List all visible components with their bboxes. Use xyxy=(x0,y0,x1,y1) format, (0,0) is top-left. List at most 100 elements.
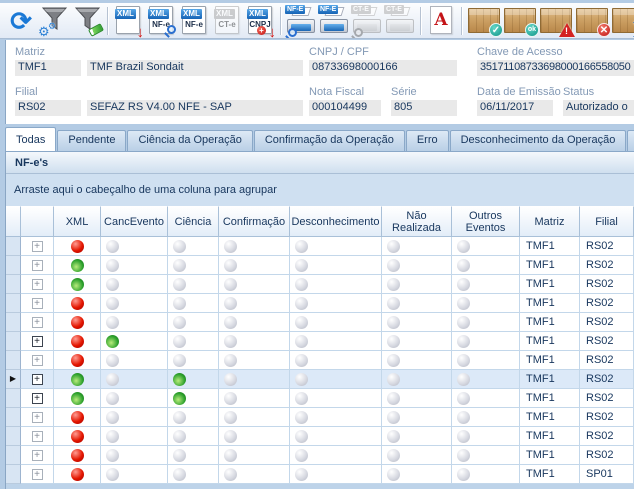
filter-clear-button[interactable] xyxy=(72,5,102,36)
box-ok-button[interactable]: ok xyxy=(503,5,537,36)
led-cell-desconhecimento xyxy=(290,313,382,332)
status-led-gray xyxy=(387,449,400,462)
nota-fiscal-field[interactable]: 000104499 xyxy=(309,100,381,116)
led-cell-xml xyxy=(54,294,101,313)
cnpj-field[interactable]: 08733698000166 xyxy=(309,60,457,76)
expand-row-button[interactable] xyxy=(32,393,43,404)
filial-name-field[interactable]: SEFAZ RS V4.00 NFE - SAP xyxy=(87,100,303,116)
filial-cell: SP01 xyxy=(580,465,634,484)
matriz-code-field[interactable]: TMF1 xyxy=(15,60,81,76)
crate-icon xyxy=(612,8,634,33)
led-cell-nao-realizada xyxy=(382,256,452,275)
tab-todas[interactable]: Todas xyxy=(5,127,56,151)
led-cell-ciencia xyxy=(168,332,219,351)
led-cell-outros-eventos xyxy=(452,389,520,408)
table-row[interactable]: TMF1RS02 xyxy=(6,389,634,408)
xml-nfe-button[interactable]: XMLNF-e xyxy=(179,5,209,36)
table-row[interactable]: TMF1RS02 xyxy=(6,446,634,465)
chave-acesso-field[interactable]: 35171108733698000166558050 xyxy=(477,60,634,76)
xml-nfe-view-button[interactable]: XMLNF-e xyxy=(146,5,176,36)
expand-row-button[interactable] xyxy=(32,431,43,442)
header-matriz[interactable]: Matriz xyxy=(520,206,580,237)
matriz-name-field[interactable]: TMF Brazil Sondait xyxy=(87,60,303,76)
expand-row-button[interactable] xyxy=(32,412,43,423)
table-row[interactable]: ▶TMF1RS02 xyxy=(6,370,634,389)
expand-row-button[interactable] xyxy=(32,298,43,309)
status-led-gray xyxy=(106,392,119,405)
status-led-gray xyxy=(224,449,237,462)
pdf-export-button[interactable]: A xyxy=(426,5,456,36)
expand-cell xyxy=(21,294,54,313)
table-row[interactable]: TMF1RS02 xyxy=(6,256,634,275)
table-row[interactable]: TMF1RS02 xyxy=(6,275,634,294)
header-ciencia[interactable]: Ciência xyxy=(168,206,219,237)
led-cell-xml xyxy=(54,446,101,465)
box-error-button[interactable]: ✕ xyxy=(575,5,609,36)
table-row[interactable]: TMF1RS02 xyxy=(6,237,634,256)
table-row[interactable]: TMF1RS02 xyxy=(6,351,634,370)
header-xml[interactable]: XML xyxy=(54,206,101,237)
tab-pendente[interactable]: Pendente xyxy=(57,130,126,151)
status-led-gray xyxy=(224,392,237,405)
expand-row-button[interactable] xyxy=(32,374,43,385)
expand-row-button[interactable] xyxy=(32,355,43,366)
status-led-gray xyxy=(457,373,470,386)
expand-cell xyxy=(21,427,54,446)
row-indicator xyxy=(6,351,21,370)
led-cell-desconhecimento xyxy=(290,370,382,389)
box-waiting-button[interactable] xyxy=(611,5,634,36)
print-nfe-preview-button[interactable]: NF-E xyxy=(286,5,316,36)
led-cell-desconhecimento xyxy=(290,332,382,351)
box-authorized-button[interactable]: ✓ xyxy=(467,5,501,36)
expand-row-button[interactable] xyxy=(32,469,43,480)
status-led-gray xyxy=(457,278,470,291)
table-row[interactable]: TMF1RS02 xyxy=(6,332,634,351)
tab-confirmacao-da-operacao[interactable]: Confirmação da Operação xyxy=(254,130,405,151)
filter-settings-button[interactable]: ⚙⚙ xyxy=(39,5,69,36)
expand-row-button[interactable] xyxy=(32,450,43,461)
group-by-drop-zone[interactable]: Arraste aqui o cabeçalho de uma coluna p… xyxy=(6,174,634,206)
expand-row-button[interactable] xyxy=(32,336,43,347)
filial-cell: RS02 xyxy=(580,332,634,351)
header-outros-eventos[interactable]: Outros Eventos xyxy=(452,206,520,237)
status-led-red xyxy=(71,430,84,443)
expand-row-button[interactable] xyxy=(32,317,43,328)
header-desconhecimento[interactable]: Desconhecimento xyxy=(290,206,382,237)
data-emissao-field[interactable]: 06/11/2017 xyxy=(477,100,553,116)
status-led-gray xyxy=(457,240,470,253)
status-led-gray xyxy=(387,259,400,272)
led-cell-cancevento xyxy=(101,351,168,370)
xml-cnpj-download-button[interactable]: XMLCNPJ+↓ xyxy=(245,5,275,36)
status-field[interactable]: Autorizado o xyxy=(563,100,634,116)
header-nao-realizada[interactable]: Não Realizada xyxy=(382,206,452,237)
tab-erro[interactable]: Erro xyxy=(406,130,449,151)
table-row[interactable]: TMF1SP01 xyxy=(6,465,634,484)
table-row[interactable]: TMF1RS02 xyxy=(6,427,634,446)
expand-row-button[interactable] xyxy=(32,279,43,290)
table-row[interactable]: TMF1RS02 xyxy=(6,408,634,427)
led-cell-xml xyxy=(54,256,101,275)
box-warning-button[interactable]: ! xyxy=(539,5,573,36)
table-row[interactable]: TMF1RS02 xyxy=(6,294,634,313)
matriz-cell: TMF1 xyxy=(520,465,580,484)
table-row[interactable]: TMF1RS02 xyxy=(6,313,634,332)
expand-row-button[interactable] xyxy=(32,241,43,252)
header-filial[interactable]: Filial xyxy=(580,206,634,237)
header-confirmacao[interactable]: Confirmação xyxy=(219,206,290,237)
filial-code-field[interactable]: RS02 xyxy=(15,100,81,116)
matriz-cell: TMF1 xyxy=(520,313,580,332)
tab-ciencia-da-operacao[interactable]: Ciência da Operação xyxy=(127,130,252,151)
tab-desconhecimento-da-operacao[interactable]: Desconhecimento da Operação xyxy=(450,130,627,151)
status-led-gray xyxy=(387,354,400,367)
xml-download-button[interactable]: XML↓ xyxy=(113,5,143,36)
led-cell-ciencia xyxy=(168,294,219,313)
print-nfe-button[interactable]: NF-E xyxy=(319,5,349,36)
serie-field[interactable]: 805 xyxy=(391,100,457,116)
tab-operacao-nao-realizada[interactable]: Operação Não Realizada xyxy=(627,130,634,151)
header-cancevento[interactable]: CancEvento xyxy=(101,206,168,237)
status-led-gray xyxy=(106,430,119,443)
expand-row-button[interactable] xyxy=(32,260,43,271)
refresh-button[interactable]: ⟳ xyxy=(6,5,36,36)
status-led-gray xyxy=(457,316,470,329)
ok-badge-icon: ok xyxy=(525,23,539,37)
